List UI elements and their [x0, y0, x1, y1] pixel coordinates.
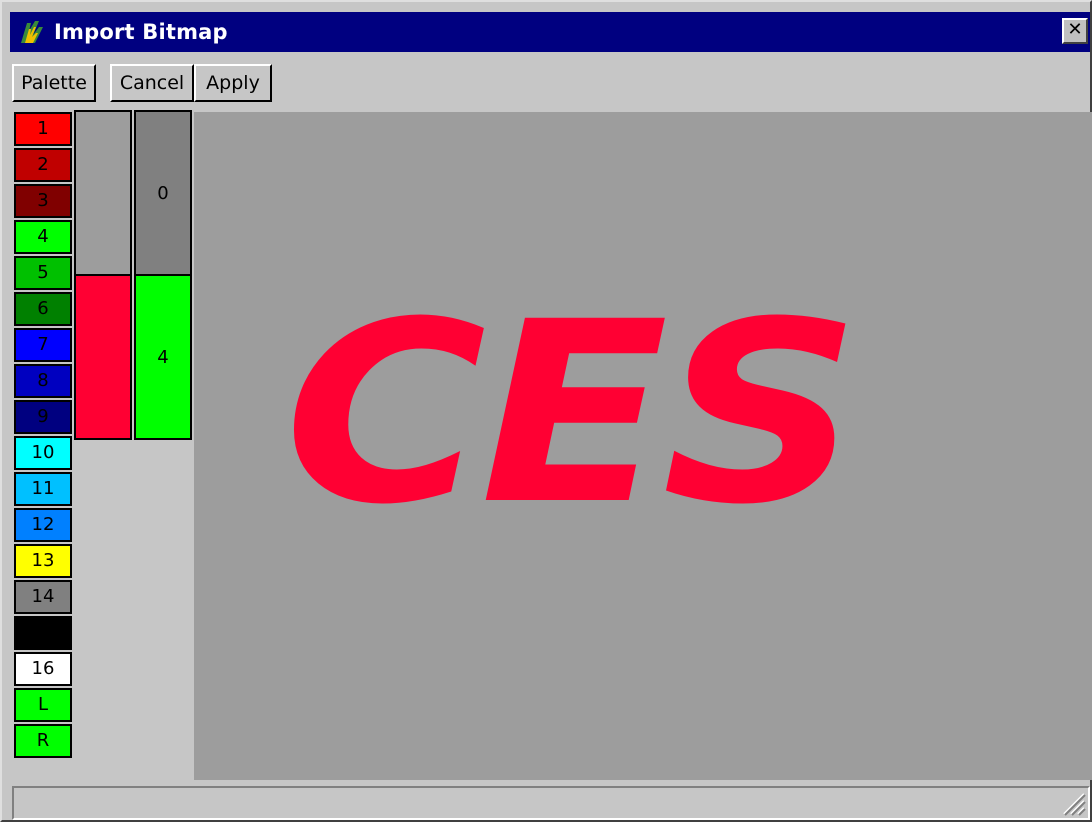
- cancel-button[interactable]: Cancel: [110, 64, 194, 102]
- bitmap-image: CES: [284, 268, 860, 559]
- toolbar: Palette Cancel Apply: [12, 60, 1090, 106]
- palette-swatch[interactable]: 10: [14, 436, 72, 470]
- color-palette: 1 2 3 4 5 6 7 8 9 10 11 12 13 14 16 L R: [14, 112, 72, 760]
- status-bar: [12, 786, 1090, 820]
- target-top-label: 0: [157, 182, 169, 204]
- palette-swatch[interactable]: 7: [14, 328, 72, 362]
- palette-swatch[interactable]: 9: [14, 400, 72, 434]
- palette-swatch[interactable]: 3: [14, 184, 72, 218]
- palette-swatch[interactable]: 14: [14, 580, 72, 614]
- target-color-top[interactable]: 0: [134, 110, 192, 276]
- palette-swatch[interactable]: 6: [14, 292, 72, 326]
- palette-swatch[interactable]: 1: [14, 112, 72, 146]
- palette-swatch[interactable]: L: [14, 688, 72, 722]
- bitmap-preview[interactable]: CES: [194, 112, 1092, 780]
- source-color-bottom[interactable]: [74, 274, 132, 440]
- apply-button[interactable]: Apply: [194, 64, 272, 102]
- palette-swatch[interactable]: 2: [14, 148, 72, 182]
- palette-swatch[interactable]: R: [14, 724, 72, 758]
- target-bottom-label: 4: [157, 346, 169, 368]
- palette-swatch[interactable]: 4: [14, 220, 72, 254]
- import-bitmap-window: Import Bitmap ✕ Palette Cancel Apply 123…: [0, 0, 1092, 822]
- close-button[interactable]: ✕: [1062, 18, 1088, 44]
- palette-swatch[interactable]: 11: [14, 472, 72, 506]
- app-icon: [14, 14, 50, 50]
- source-color-top[interactable]: [74, 110, 132, 276]
- palette-swatch[interactable]: 5: [14, 256, 72, 290]
- title-bar[interactable]: Import Bitmap ✕: [10, 12, 1090, 52]
- palette-swatch[interactable]: 13: [14, 544, 72, 578]
- resize-grip-icon[interactable]: [1060, 790, 1086, 816]
- target-color-bottom[interactable]: 4: [134, 274, 192, 440]
- palette-swatch[interactable]: 12: [14, 508, 72, 542]
- palette-swatch[interactable]: 16: [14, 652, 72, 686]
- palette-button[interactable]: Palette: [12, 64, 96, 102]
- window-title: Import Bitmap: [54, 20, 228, 44]
- close-icon: ✕: [1067, 19, 1083, 40]
- bitmap-text: CES: [284, 268, 854, 559]
- palette-swatch[interactable]: [14, 616, 72, 650]
- palette-swatch[interactable]: 8: [14, 364, 72, 398]
